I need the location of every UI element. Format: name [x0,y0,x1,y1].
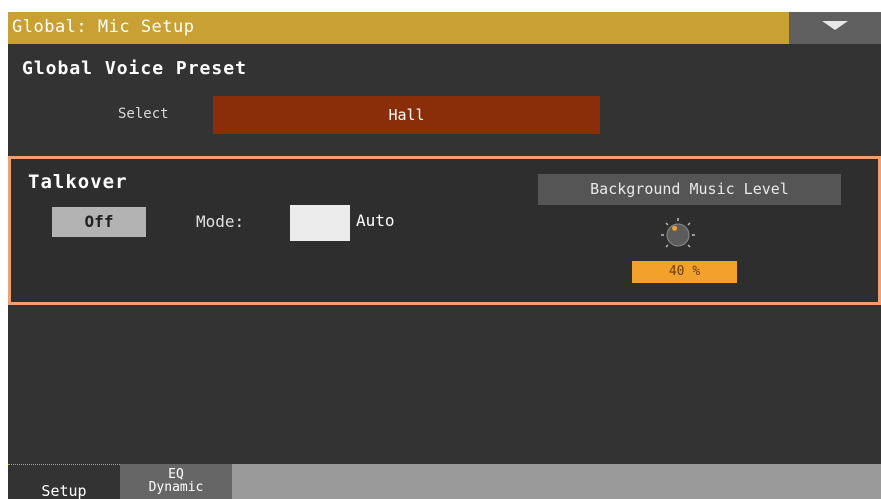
global-voice-preset-header: Global Voice Preset [22,58,247,79]
title-bar: Global: Mic Setup [8,12,881,44]
talkover-title: Talkover [28,171,128,193]
dropdown-arrow-icon [822,21,848,30]
rotary-knob-icon[interactable] [660,217,696,253]
voice-preset-select[interactable]: Hall [213,96,600,134]
page-title: Global: Mic Setup [12,17,195,37]
tab-eq-dynamic-label: EQ Dynamic [148,467,204,495]
background-music-level-value[interactable]: 40 % [632,261,737,283]
tab-setup-label: Setup [41,482,87,499]
talkover-toggle-button[interactable]: Off [52,207,146,237]
select-label: Select [118,106,169,122]
talkover-panel: Talkover Off Mode: Auto Background Music… [8,156,881,305]
mode-label: Mode: [196,212,245,231]
tab-setup[interactable]: Setup [8,464,120,499]
page-menu-button[interactable] [789,12,881,44]
mode-value: Auto [356,211,395,230]
mode-checkbox[interactable] [290,205,350,241]
background-music-level-label: Background Music Level [538,174,841,205]
tab-eq-dynamic[interactable]: EQ Dynamic [120,464,232,499]
mic-setup-screen: Global: Mic Setup Global Voice Preset Se… [8,12,881,499]
tab-bar: Setup EQ Dynamic [8,464,881,499]
